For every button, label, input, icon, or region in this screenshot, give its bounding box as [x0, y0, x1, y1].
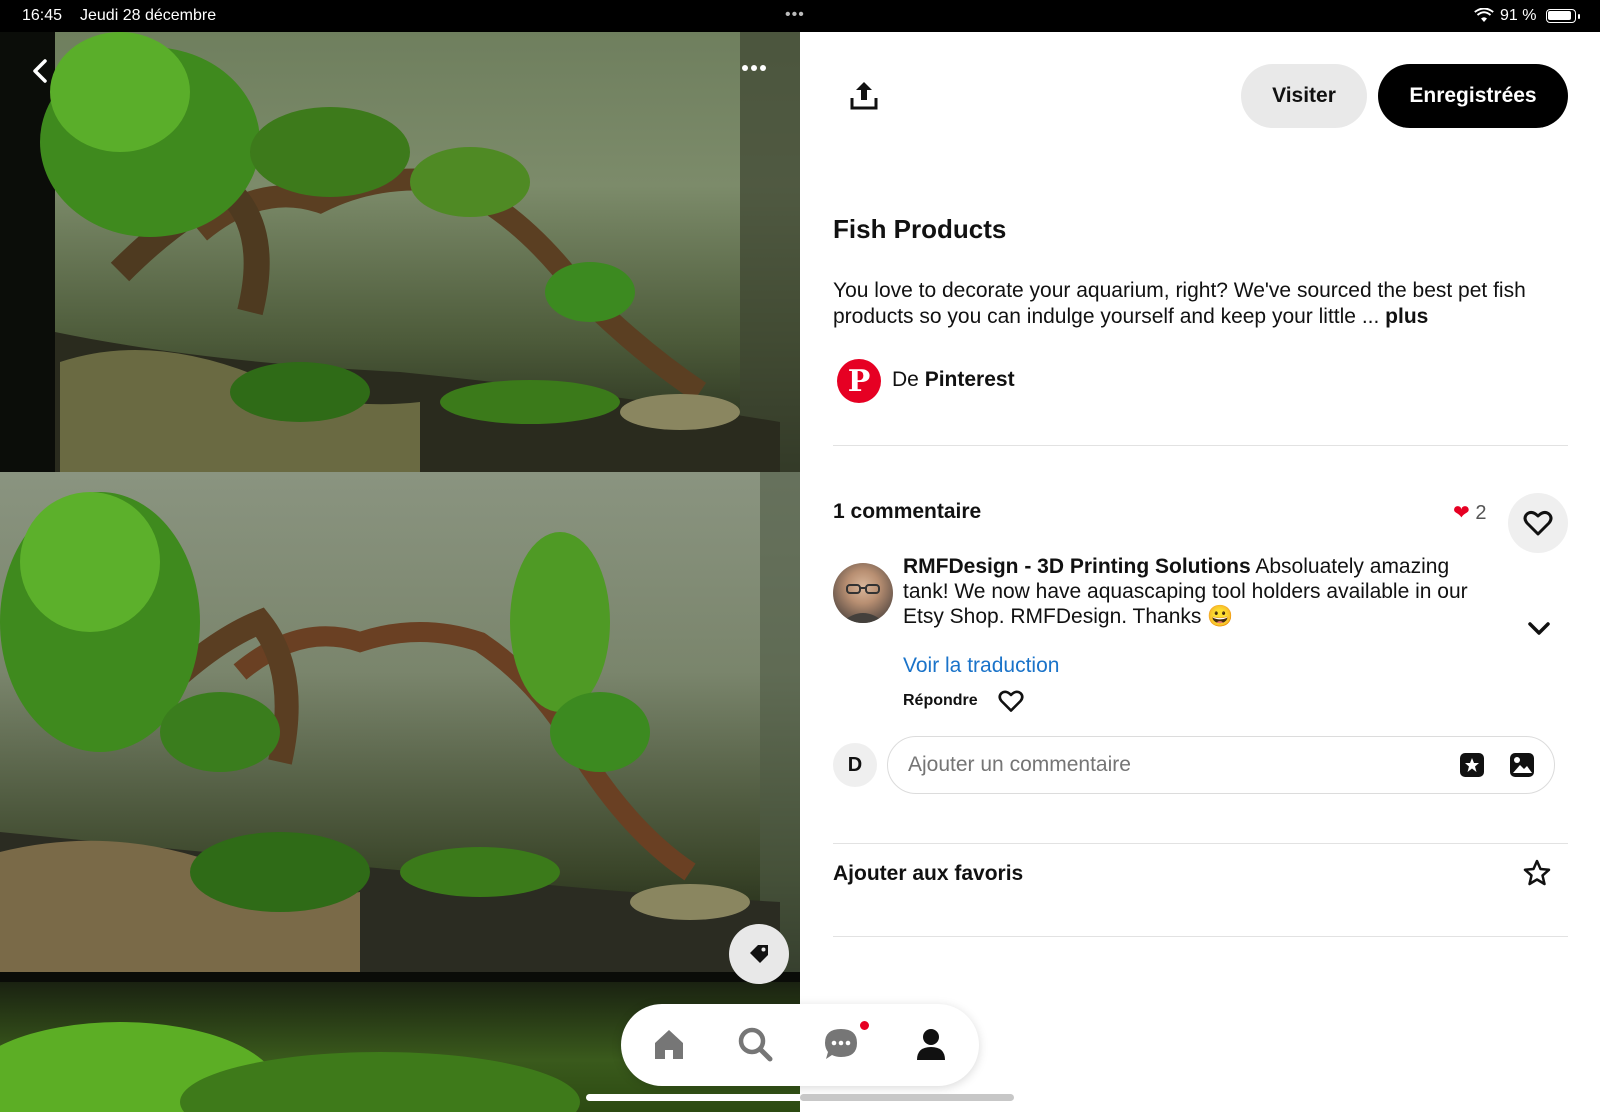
see-translation-link[interactable]: Voir la traduction [903, 654, 1059, 678]
read-more-link[interactable]: plus [1385, 305, 1428, 328]
home-icon [655, 1030, 683, 1059]
aquarium-photo-2 [0, 472, 800, 972]
back-button[interactable] [26, 56, 56, 86]
add-to-favorites-button[interactable] [1522, 858, 1552, 888]
comment-author[interactable]: RMFDesign - 3D Printing Solutions [903, 555, 1251, 578]
battery-icon [1546, 9, 1576, 23]
bottom-tab-bar [621, 1004, 979, 1086]
saved-button[interactable]: Enregistrées [1378, 64, 1568, 128]
pinterest-logo-icon[interactable]: P [837, 359, 881, 403]
chevron-left-icon [33, 59, 47, 83]
like-pin-button[interactable] [1508, 493, 1568, 553]
share-button[interactable] [846, 78, 882, 114]
add-comment-input[interactable] [887, 736, 1555, 794]
comment-text-block: RMFDesign - 3D Printing Solutions Absolu… [903, 554, 1473, 629]
share-icon [850, 82, 878, 110]
notification-badge [859, 1020, 870, 1031]
star-icon [1523, 859, 1551, 886]
tab-home[interactable] [649, 1024, 689, 1064]
current-user-avatar[interactable]: D [833, 743, 877, 787]
sticker-icon [1460, 753, 1484, 777]
heart-icon [1523, 510, 1553, 536]
pin-description: You love to decorate your aquarium, righ… [833, 278, 1573, 330]
tab-profile[interactable] [911, 1024, 951, 1064]
sticker-button[interactable] [1458, 751, 1486, 779]
divider [833, 445, 1568, 446]
pin-title: Fish Products [833, 214, 1007, 244]
comments-title: 1 commentaire [833, 500, 982, 523]
ellipsis-icon [741, 65, 748, 71]
divider [833, 936, 1568, 937]
aquarium-photo-1 [0, 32, 800, 472]
image-icon [1510, 753, 1534, 777]
tag-icon [750, 945, 768, 963]
pin-source[interactable]: De Pinterest [892, 368, 1015, 392]
pin-detail-panel: Visiter Enregistrées Fish Products You l… [800, 32, 1600, 1112]
shop-tag-button[interactable] [729, 924, 789, 984]
commenter-avatar[interactable] [833, 563, 893, 623]
reaction-count: ❤ 2 [1453, 500, 1486, 525]
reply-button[interactable]: Répondre [903, 692, 978, 710]
profile-icon [917, 1029, 945, 1060]
pin-image[interactable] [0, 32, 800, 1112]
tab-messages[interactable] [821, 1024, 861, 1064]
visit-button[interactable]: Visiter [1241, 64, 1367, 128]
tab-search[interactable] [735, 1024, 775, 1064]
add-to-favorites-label[interactable]: Ajouter aux favoris [833, 862, 1023, 886]
source-prefix: De [892, 368, 919, 391]
source-name: Pinterest [924, 368, 1015, 391]
wifi-icon [1474, 8, 1494, 22]
battery-percentage: 91 % [1500, 7, 1537, 24]
search-icon [738, 1027, 773, 1062]
status-time: 16:45 [22, 7, 63, 24]
comment-like-button[interactable] [998, 688, 1024, 714]
divider [833, 843, 1568, 844]
heart-icon [998, 690, 1024, 712]
multitasking-dots-icon[interactable]: ••• [785, 6, 805, 24]
chevron-down-icon [1528, 622, 1550, 635]
chat-icon [825, 1029, 857, 1059]
expand-comments-button[interactable] [1524, 614, 1554, 644]
attach-image-button[interactable] [1508, 751, 1536, 779]
status-date: Jeudi 28 décembre [80, 7, 217, 24]
status-bar: 16:45 Jeudi 28 décembre ••• 91 % [0, 0, 1600, 32]
heart-reaction-icon: ❤ [1453, 502, 1470, 524]
more-options-button[interactable] [740, 58, 780, 78]
reaction-count-value: 2 [1475, 502, 1487, 524]
